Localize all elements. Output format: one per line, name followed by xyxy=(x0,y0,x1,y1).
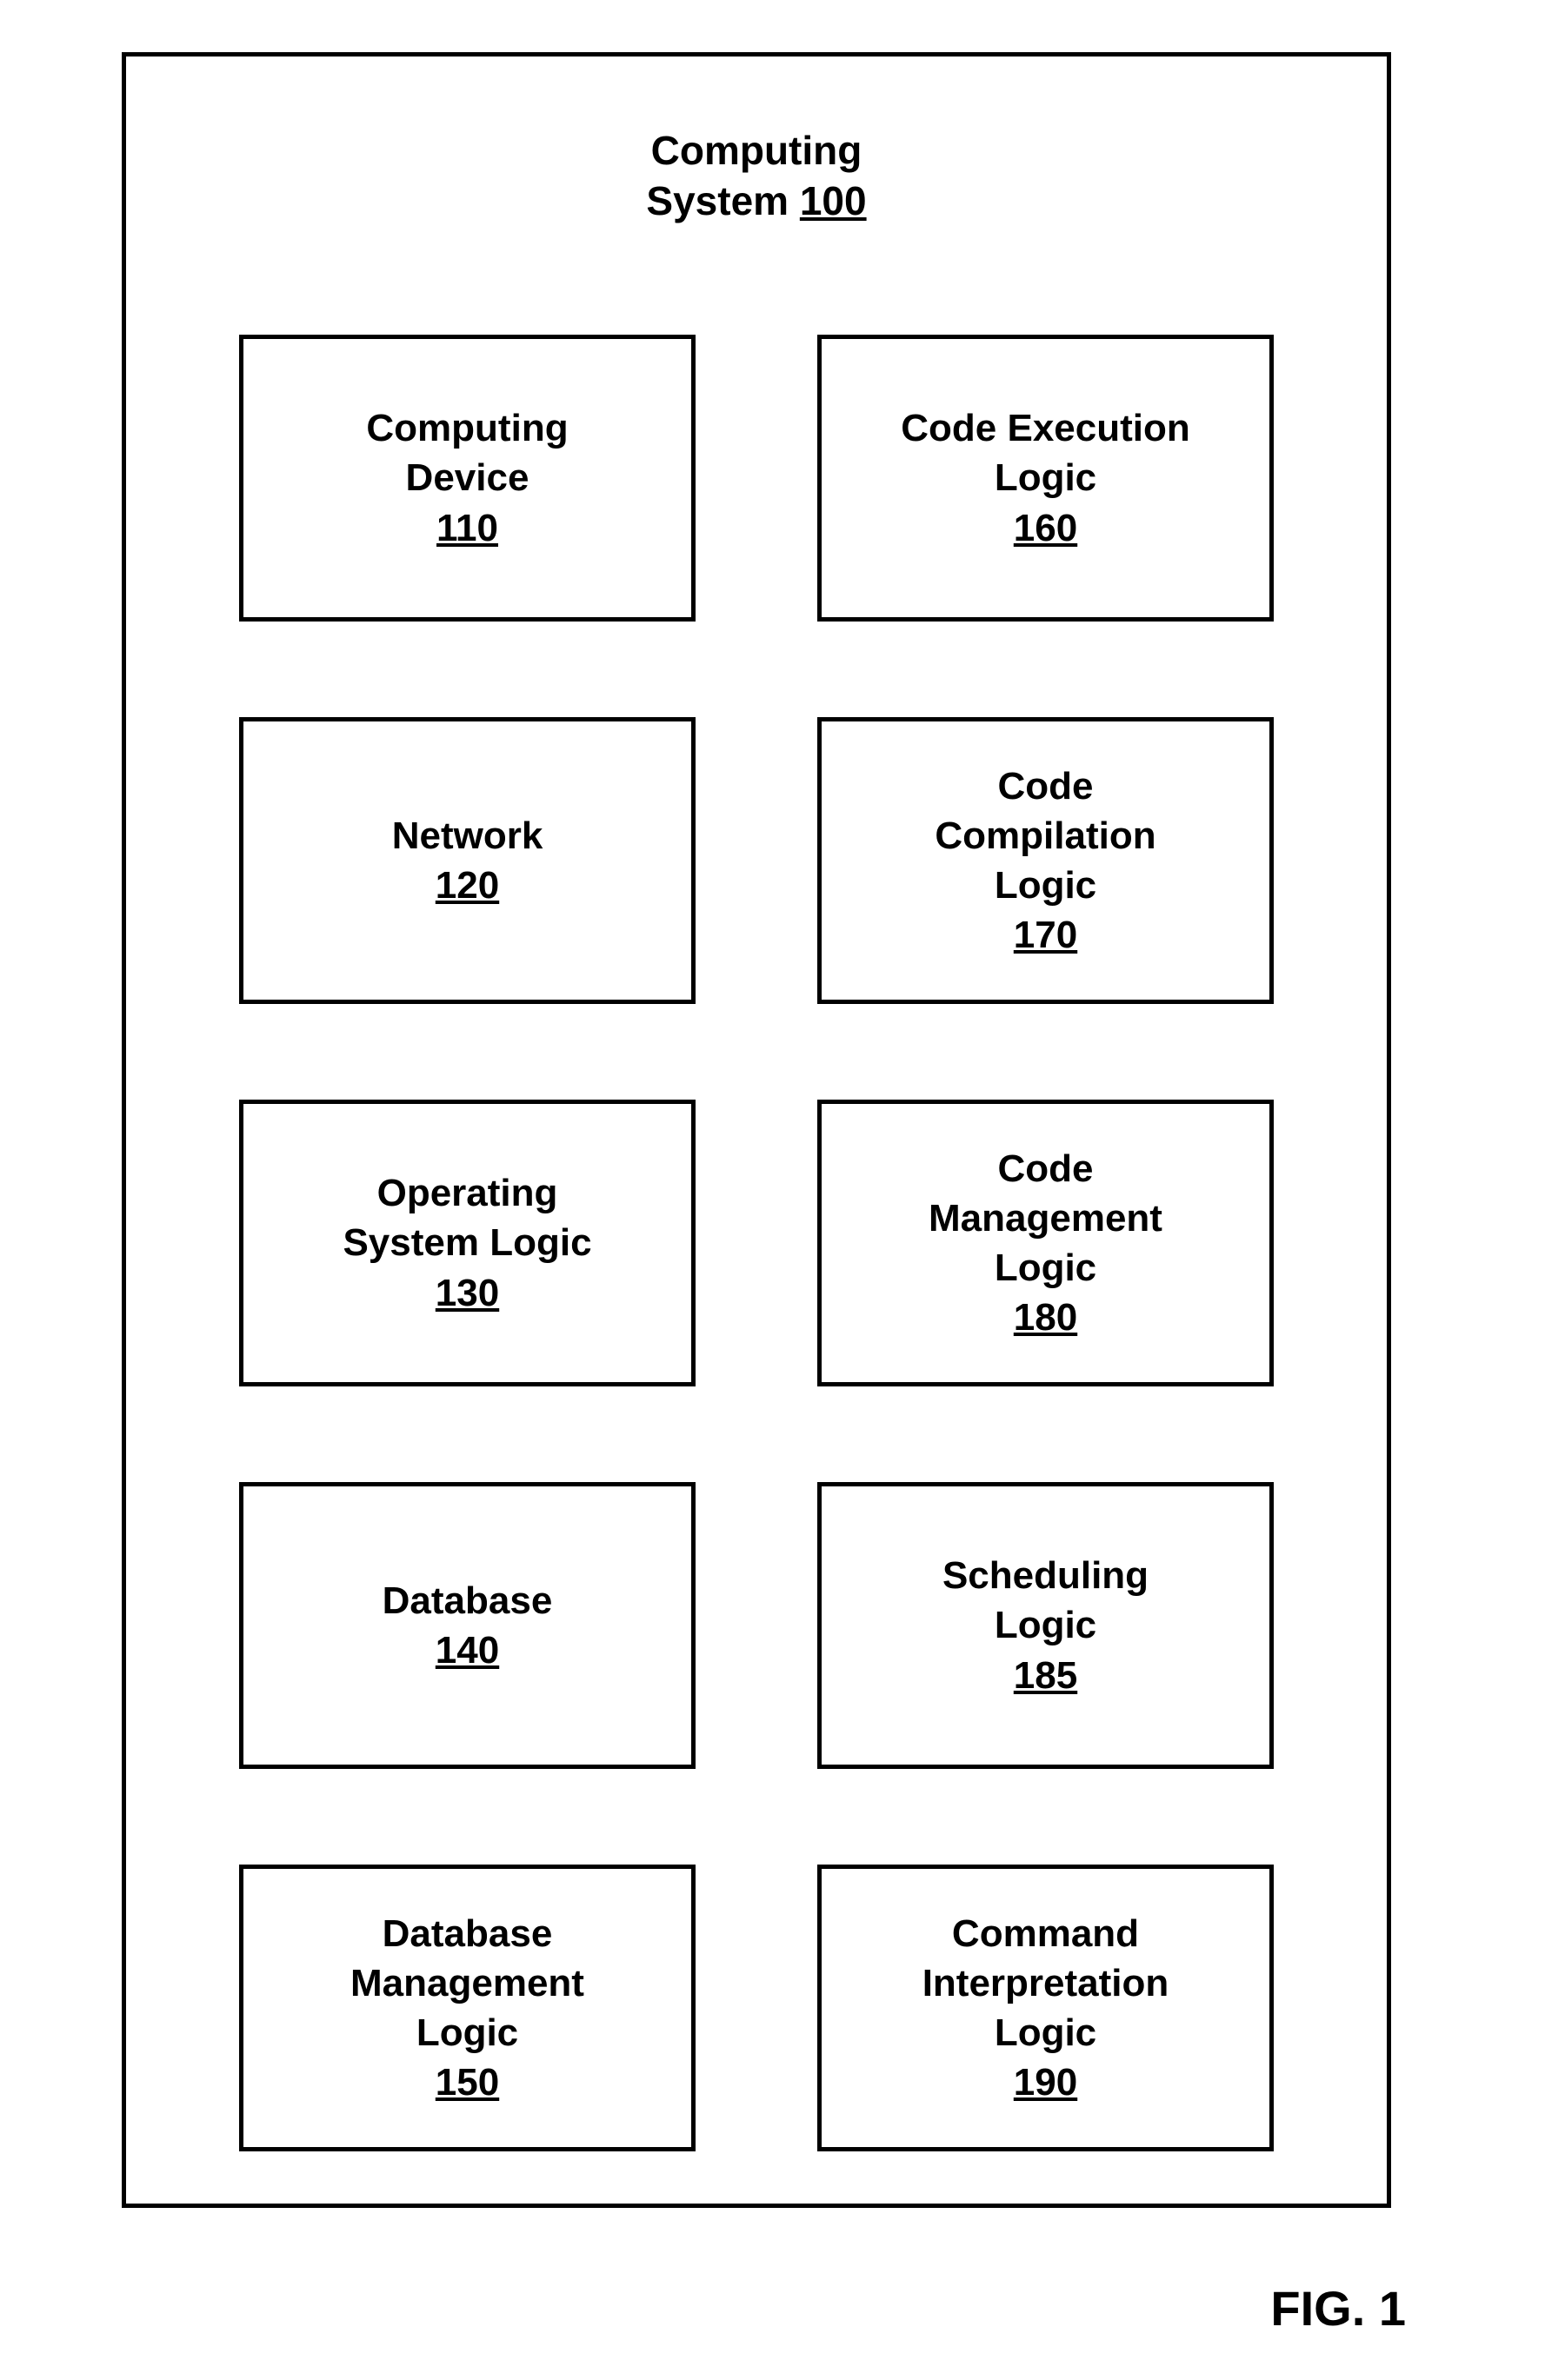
block-label-line: Network xyxy=(392,814,543,857)
block-label-line: Code Execution xyxy=(901,407,1190,449)
block-label-line: Management xyxy=(350,1962,584,2004)
block-network: Network 120 xyxy=(239,717,696,1004)
block-ref-number: 160 xyxy=(1014,507,1077,549)
block-command-interpretation-logic: Command Interpretation Logic 190 xyxy=(817,1865,1274,2151)
block-ref-number: 185 xyxy=(1014,1654,1077,1697)
block-label-line: Logic xyxy=(995,864,1096,907)
block-grid: Computing Device 110 Code Execution Logi… xyxy=(126,335,1387,2151)
block-label-line: Device xyxy=(406,456,529,499)
block-label-line: Code xyxy=(997,1147,1093,1190)
title-ref-number: 100 xyxy=(800,178,867,223)
block-ref-number: 110 xyxy=(436,507,498,549)
block-label-line: Operating xyxy=(377,1172,558,1214)
block-label-line: Scheduling xyxy=(942,1554,1149,1597)
diagram-page: Computing System 100 Computing Device 11… xyxy=(0,0,1545,2380)
block-code-management-logic: Code Management Logic 180 xyxy=(817,1100,1274,1386)
system-title: Computing System 100 xyxy=(126,126,1387,226)
block-ref-number: 140 xyxy=(436,1629,499,1672)
block-label-line: Logic xyxy=(995,1604,1096,1646)
block-ref-number: 130 xyxy=(436,1272,499,1314)
block-ref-number: 150 xyxy=(436,2061,499,2104)
block-label-line: Command xyxy=(952,1912,1139,1955)
title-line-2-prefix: System xyxy=(646,178,799,223)
block-label-line: Computing xyxy=(366,407,568,449)
block-label-line: System Logic xyxy=(343,1221,591,1264)
block-label-line: Logic xyxy=(995,2011,1096,2054)
block-ref-number: 190 xyxy=(1014,2061,1077,2104)
block-label-line: Database xyxy=(383,1579,553,1622)
block-label-line: Database xyxy=(383,1912,553,1955)
block-label-line: Logic xyxy=(416,2011,518,2054)
block-label-line: Code xyxy=(997,765,1093,808)
block-label-line: Interpretation xyxy=(922,1962,1169,2004)
block-ref-number: 170 xyxy=(1014,914,1077,956)
block-ref-number: 180 xyxy=(1014,1296,1077,1339)
block-label-line: Logic xyxy=(995,1247,1096,1289)
title-line-1: Computing xyxy=(651,128,862,173)
block-computing-device: Computing Device 110 xyxy=(239,335,696,622)
figure-label: FIG. 1 xyxy=(1270,2280,1406,2337)
block-ref-number: 120 xyxy=(436,864,499,907)
block-database: Database 140 xyxy=(239,1482,696,1769)
block-code-execution-logic: Code Execution Logic 160 xyxy=(817,335,1274,622)
block-label-line: Compilation xyxy=(935,814,1155,857)
block-label-line: Management xyxy=(929,1197,1162,1240)
block-scheduling-logic: Scheduling Logic 185 xyxy=(817,1482,1274,1769)
system-container-box: Computing System 100 Computing Device 11… xyxy=(122,52,1391,2208)
block-label-line: Logic xyxy=(995,456,1096,499)
block-operating-system-logic: Operating System Logic 130 xyxy=(239,1100,696,1386)
block-database-management-logic: Database Management Logic 150 xyxy=(239,1865,696,2151)
block-code-compilation-logic: Code Compilation Logic 170 xyxy=(817,717,1274,1004)
